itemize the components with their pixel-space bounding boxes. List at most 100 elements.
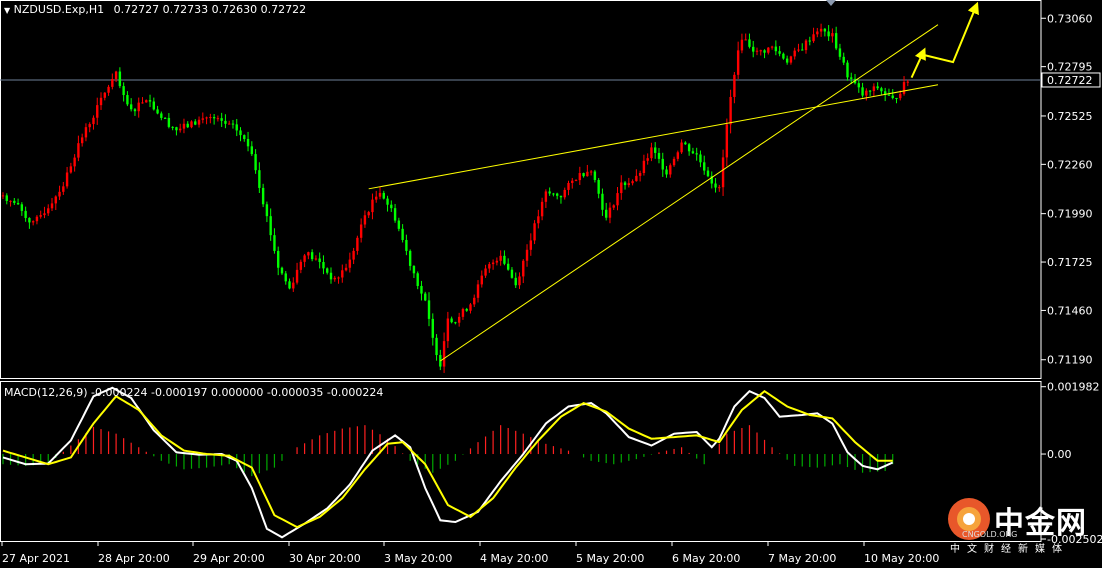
- candle-body: [748, 39, 751, 47]
- price-tick-label: 0.71725: [1047, 256, 1093, 269]
- candle-body: [804, 40, 808, 51]
- candle-body: [393, 208, 397, 221]
- candle-body: [322, 262, 325, 269]
- candle-body: [212, 117, 216, 119]
- candle-body: [525, 249, 529, 261]
- candle-body: [261, 187, 265, 205]
- candle-body: [740, 39, 744, 51]
- candle-body: [785, 58, 789, 63]
- candle-body: [220, 118, 223, 121]
- candle-body: [160, 113, 163, 118]
- candle-body: [801, 49, 804, 51]
- candle-body: [250, 146, 254, 155]
- candle-body: [574, 180, 578, 182]
- watermark-logo: 中金网 CNGOLD.ORG 中文财经新媒体: [946, 496, 1096, 558]
- candle-body: [197, 119, 201, 125]
- candle-body: [209, 117, 212, 119]
- candle-body: [465, 309, 468, 311]
- candle-body: [872, 86, 876, 92]
- price-axis: 0.73060 0.72795 0.72525 0.72260 0.71990 0.717…: [1041, 12, 1093, 367]
- symbol-dropdown-icon[interactable]: ▼: [4, 6, 10, 15]
- candle-body: [491, 262, 495, 265]
- candle-body: [420, 285, 423, 294]
- candle-body: [767, 47, 770, 53]
- candle-body: [782, 53, 785, 59]
- candle-body: [657, 152, 661, 159]
- time-tick-label: 5 May 20:00: [576, 552, 644, 565]
- time-axis: 27 Apr 2021 28 Apr 20:00 29 Apr 20:00 30 Ap…: [1, 541, 939, 565]
- ohlc-low: 0.72630: [211, 3, 258, 16]
- candle-body: [326, 268, 329, 273]
- candle-body: [752, 46, 755, 52]
- candle-body: [529, 240, 532, 250]
- candle-body: [586, 171, 589, 177]
- candle-body: [597, 179, 600, 194]
- time-tick-label: 10 May 20:00: [864, 552, 939, 565]
- candle-body: [887, 94, 891, 96]
- macd-header: MACD(12,26,9) -0.000224 -0.000197 0.0000…: [4, 386, 383, 399]
- projection-arrow: [922, 1, 979, 64]
- candle-body: [744, 39, 747, 41]
- candle-body: [16, 202, 20, 205]
- candle-body: [457, 316, 461, 323]
- candle-body: [827, 31, 830, 37]
- candle-body: [333, 277, 336, 280]
- macd-tick-label: 0.001982: [1047, 381, 1100, 394]
- candle-body: [454, 322, 457, 324]
- candle-body: [563, 189, 566, 198]
- candle-body: [620, 182, 623, 194]
- candle-body: [503, 255, 506, 264]
- candle-body: [288, 281, 291, 289]
- candle-body: [295, 269, 299, 283]
- candle-body: [382, 192, 385, 199]
- candle-body: [706, 170, 710, 177]
- candle-body: [314, 258, 318, 260]
- candle-body: [424, 293, 427, 301]
- candle-body: [680, 142, 683, 153]
- candle-body: [92, 117, 95, 125]
- candle-body: [31, 221, 35, 223]
- candle-body: [107, 86, 110, 93]
- candle-body: [201, 118, 205, 120]
- candle-body: [141, 102, 144, 104]
- candle-body: [69, 166, 73, 173]
- candle-body: [186, 123, 189, 128]
- candle-body: [834, 33, 838, 49]
- candle-body: [265, 204, 269, 217]
- candle-body: [194, 121, 197, 125]
- candle-body: [691, 151, 695, 154]
- candle-body: [231, 123, 235, 125]
- candle-body: [133, 109, 137, 112]
- candle-body: [9, 200, 12, 202]
- time-tick-label: 30 Apr 20:00: [289, 552, 361, 565]
- candle-body: [778, 51, 781, 54]
- candle-body: [246, 138, 250, 147]
- current-price-label: 0.72722: [1047, 74, 1093, 87]
- candle-body: [555, 193, 559, 196]
- candle-body: [114, 71, 118, 79]
- candle-body: [672, 158, 676, 166]
- candle-body: [612, 205, 615, 208]
- candle-body: [763, 50, 766, 53]
- time-tick-label: 28 Apr 20:00: [98, 552, 170, 565]
- symbol-label: NZDUSD.Exp,H1: [13, 3, 105, 16]
- logo-tagline: 中文财经新媒体: [950, 544, 1069, 555]
- candle-body: [559, 195, 563, 198]
- time-tick-label: 7 May 20:00: [768, 552, 836, 565]
- candle-body: [842, 56, 845, 63]
- candle-body: [435, 337, 438, 356]
- candle-body: [310, 252, 314, 260]
- candle-body: [352, 250, 355, 260]
- candle-body: [397, 220, 401, 229]
- candle-body: [797, 49, 800, 51]
- candle-body: [899, 93, 902, 99]
- candle-body: [703, 162, 706, 171]
- candle-body: [721, 157, 725, 188]
- candle-body: [733, 74, 736, 97]
- candle-body: [755, 50, 759, 52]
- price-header: ▼ NZDUSD.Exp,H1 0.72727 0.72733 0.72630 …: [4, 3, 306, 16]
- candle-body: [714, 183, 717, 188]
- candle-body: [495, 260, 499, 263]
- candle-body: [122, 86, 125, 96]
- candle-body: [405, 239, 408, 251]
